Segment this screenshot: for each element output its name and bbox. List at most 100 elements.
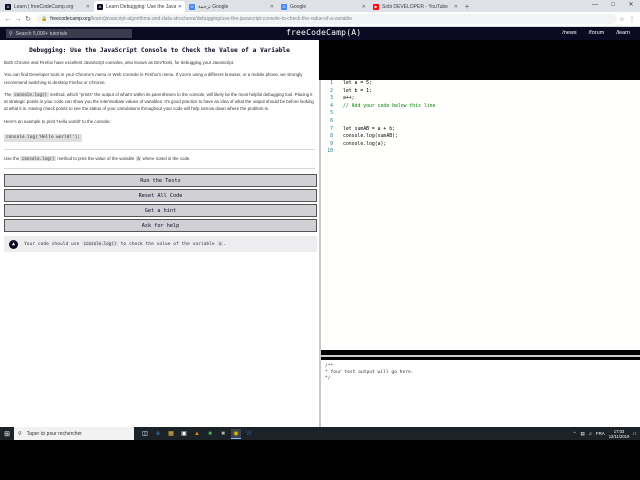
line-number: 9 <box>330 141 333 147</box>
inline-code: console.log() <box>20 156 57 162</box>
search-placeholder: Search 5,000+ tutorials <box>15 30 68 37</box>
pending-test-icon: ▲ <box>9 239 18 249</box>
file-explorer-icon[interactable]: ▦ <box>166 429 176 439</box>
code-line[interactable]: 6 <box>321 118 640 126</box>
test-text: Your code should use console.log() to ch… <box>24 241 226 247</box>
task-view-icon[interactable]: ◫ <box>140 429 150 439</box>
app-icon[interactable]: ■ <box>218 429 228 439</box>
line-code: a++; <box>343 96 355 102</box>
code-line[interactable]: 4 // Add your code below this line <box>321 103 640 111</box>
clock[interactable]: 17:03 12/11/2019 <box>609 429 630 439</box>
code-editor[interactable]: 1 let a = 5; 2 let b = 1; 3 a++; 4 // Add your … <box>321 80 640 350</box>
tab-title: Google <box>290 3 307 10</box>
nav-link-learn[interactable]: /learn <box>616 30 630 36</box>
window-controls: — □ ✕ <box>586 0 640 12</box>
fcc-navbar: ⚲ Search 5,000+ tutorials freeCodeCamp(A… <box>0 27 640 40</box>
fcc-logo[interactable]: freeCodeCamp(A) <box>286 28 361 37</box>
browser-tab[interactable]: ▶ Sobi DEVELOPER - YouTube ✕ <box>370 1 461 12</box>
tutorial-search-input[interactable]: ⚲ Search 5,000+ tutorials <box>6 29 132 38</box>
code-line[interactable]: 3 a++; <box>321 95 640 103</box>
editor-output-divider[interactable] <box>321 355 640 357</box>
ask-help-button[interactable]: Ask for help <box>4 219 317 233</box>
tab-title: Learn Debugging: Use the JavaScr <box>106 3 176 10</box>
url-path: /learn/javascript-algorithms-and-data-st… <box>90 16 353 22</box>
screen: A Learn | freeCodeCamp.org ✕ A Learn Debuggi… <box>0 0 640 480</box>
language-indicator[interactable]: FRA <box>596 431 605 436</box>
run-tests-button[interactable]: Run the Tests <box>4 174 317 188</box>
taskbar-apps: ◫ e ▦ ▣ ▲ ■ ■ ◉ W <box>140 428 254 439</box>
task-paragraph: Use the console.log() method to print th… <box>4 155 315 162</box>
code-line[interactable]: 1 let a = 5; <box>321 80 640 88</box>
minimize-icon[interactable]: — <box>586 0 604 12</box>
close-tab-icon[interactable]: ✕ <box>362 4 366 10</box>
browser-tab-strip: A Learn | freeCodeCamp.org ✕ A Learn Debuggi… <box>0 0 640 12</box>
code-line[interactable]: 2 let b = 1; <box>321 88 640 96</box>
divider <box>4 149 315 151</box>
code-line[interactable]: 9 console.log(a); <box>321 141 640 149</box>
line-number: 6 <box>330 118 333 124</box>
line-number: 2 <box>330 88 333 94</box>
url-field[interactable]: 🔒 freecodecamp.org/learn/javascript-algo… <box>37 14 617 24</box>
example-code: console.log('Hello world!'); <box>4 133 83 142</box>
line-number: 10 <box>327 149 333 155</box>
get-hint-button[interactable]: Get a hint <box>4 204 317 218</box>
text: The <box>4 91 13 97</box>
close-window-icon[interactable]: ✕ <box>622 0 640 12</box>
reload-icon[interactable]: ↻ <box>23 15 33 23</box>
line-number: 8 <box>330 134 333 140</box>
test-result: ▲ Your code should use console.log() to … <box>4 236 317 253</box>
inline-code: console.log() <box>12 91 49 97</box>
text: to check the value of the variable <box>117 242 218 248</box>
line-number: 1 <box>330 81 333 86</box>
maximize-icon[interactable]: □ <box>604 0 622 12</box>
system-tray: ⌃ ▤ ♫ FRA 17:03 12/11/2019 □ <box>573 427 636 440</box>
menu-icon[interactable]: ⋮ <box>627 16 637 23</box>
browser-tab[interactable]: G ترجمة Google ✕ <box>186 1 277 12</box>
windows-start-icon[interactable]: ⊞ <box>0 427 14 440</box>
close-tab-icon[interactable]: ✕ <box>454 4 458 10</box>
code-line[interactable]: 7 let sumAB = a + b; <box>321 126 640 134</box>
new-tab-button[interactable]: + <box>462 2 472 12</box>
chrome-icon[interactable]: ◉ <box>231 428 241 439</box>
nav-link-news[interactable]: /news <box>562 30 576 36</box>
taskbar-search-input[interactable]: ⚲ Taper ici pour rechercher <box>14 427 134 440</box>
description-paragraph: You can find Developer tools in your Chr… <box>4 72 303 85</box>
nav-link-forum[interactable]: /forum <box>589 30 605 36</box>
browser-tab[interactable]: A Learn | freeCodeCamp.org ✕ <box>2 1 93 12</box>
word-icon[interactable]: W <box>244 429 254 439</box>
line-code: let a = 5; <box>343 81 372 86</box>
line-number: 7 <box>330 126 333 132</box>
tab-title: ترجمة Google <box>198 3 229 10</box>
description-paragraph: Both Chrome and Firefox have excellent J… <box>4 60 235 65</box>
edge-icon[interactable]: e <box>153 429 163 439</box>
notification-icon[interactable]: □ <box>633 431 636 436</box>
text: Your code should use <box>24 242 83 248</box>
line-code: let b = 1; <box>343 88 372 94</box>
reset-code-button[interactable]: Reset All Code <box>4 189 317 203</box>
search-icon: ⚲ <box>9 30 13 37</box>
close-tab-icon[interactable]: ✕ <box>86 4 90 10</box>
app-icon[interactable]: ■ <box>205 429 215 439</box>
tab-title: Sobi DEVELOPER - YouTube <box>382 3 448 10</box>
browser-tab[interactable]: ALearn Debugging: Use the JavaScr✕ <box>94 1 185 12</box>
code-line[interactable]: 8 console.log(sumAB); <box>321 133 640 141</box>
action-buttons: Run the Tests Reset All Code Get a hint … <box>4 174 317 233</box>
code-line[interactable]: 5 <box>321 110 640 118</box>
text: . <box>222 242 226 248</box>
volume-icon[interactable]: ♫ <box>589 431 592 436</box>
close-tab-icon[interactable]: ✕ <box>270 4 274 10</box>
network-icon[interactable]: ▤ <box>580 431 584 437</box>
code-line[interactable]: 10 <box>321 148 640 156</box>
store-icon[interactable]: ▣ <box>179 429 189 439</box>
close-tab-icon[interactable]: ✕ <box>178 4 182 10</box>
challenge-title: Debugging: Use the JavaScript Console to… <box>29 47 290 54</box>
description-paragraph: Here's an example to print 'Hello world!… <box>4 118 111 124</box>
browser-tab[interactable]: G Google ✕ <box>278 1 369 12</box>
star-icon[interactable]: ☆ <box>617 16 627 23</box>
chevron-up-icon[interactable]: ⌃ <box>573 431 577 437</box>
vlc-icon[interactable]: ▲ <box>192 429 202 439</box>
forward-icon[interactable]: → <box>13 16 23 23</box>
fcc-nav-links: /news /forum /learn <box>562 30 630 36</box>
back-icon[interactable]: ← <box>3 16 13 23</box>
text: where noted in the code. <box>141 156 191 162</box>
